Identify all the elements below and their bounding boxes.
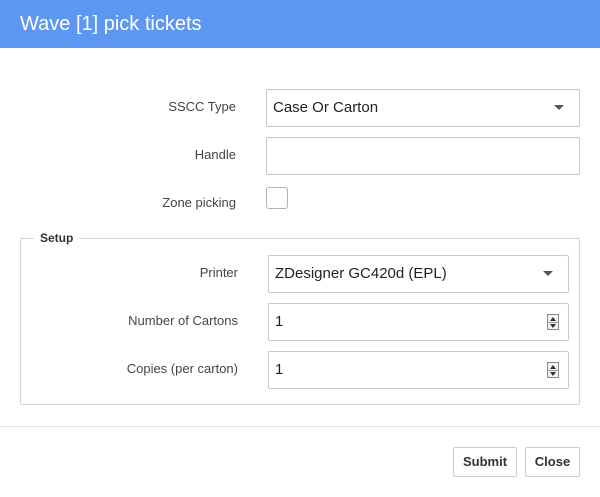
- handle-input[interactable]: [266, 137, 580, 175]
- dialog-title: Wave [1] pick tickets: [20, 13, 202, 35]
- spinner-down-icon[interactable]: [550, 324, 556, 328]
- printer-label: Printer: [199, 265, 238, 280]
- spinner-icon[interactable]: [547, 314, 559, 330]
- footer-divider: [0, 426, 600, 427]
- copies-per-carton-value: 1: [275, 361, 284, 378]
- spinner-icon[interactable]: [547, 362, 559, 378]
- close-button[interactable]: Close: [525, 447, 580, 477]
- printer-selected-value: ZDesigner GC420d (EPL): [275, 265, 447, 282]
- number-of-cartons-label: Number of Cartons: [128, 313, 238, 328]
- submit-button[interactable]: Submit: [453, 447, 517, 477]
- setup-legend: Setup: [34, 230, 80, 246]
- chevron-down-icon: [554, 105, 564, 110]
- sscc-type-select[interactable]: Case Or Carton: [266, 89, 580, 127]
- spinner-up-icon[interactable]: [550, 365, 556, 369]
- spinner-divider: [548, 370, 558, 371]
- sscc-type-label: SSCC Type: [168, 99, 236, 114]
- zone-picking-label: Zone picking: [162, 195, 236, 210]
- number-of-cartons-input[interactable]: 1: [268, 303, 569, 341]
- sscc-type-selected-value: Case Or Carton: [273, 99, 379, 116]
- chevron-down-icon: [543, 271, 553, 276]
- handle-label: Handle: [194, 147, 236, 162]
- copies-per-carton-input[interactable]: 1: [268, 351, 569, 389]
- spinner-up-icon[interactable]: [550, 317, 556, 321]
- printer-select[interactable]: ZDesigner GC420d (EPL): [268, 255, 569, 293]
- pick-tickets-dialog: Wave [1] pick tickets SSCC Type Case Or …: [0, 0, 600, 497]
- spinner-divider: [548, 322, 558, 323]
- spinner-down-icon[interactable]: [550, 372, 556, 376]
- number-of-cartons-value: 1: [275, 313, 284, 330]
- copies-per-carton-label: Copies (per carton): [126, 361, 238, 376]
- zone-picking-checkbox[interactable]: [266, 187, 288, 209]
- dialog-header: Wave [1] pick tickets: [0, 0, 600, 48]
